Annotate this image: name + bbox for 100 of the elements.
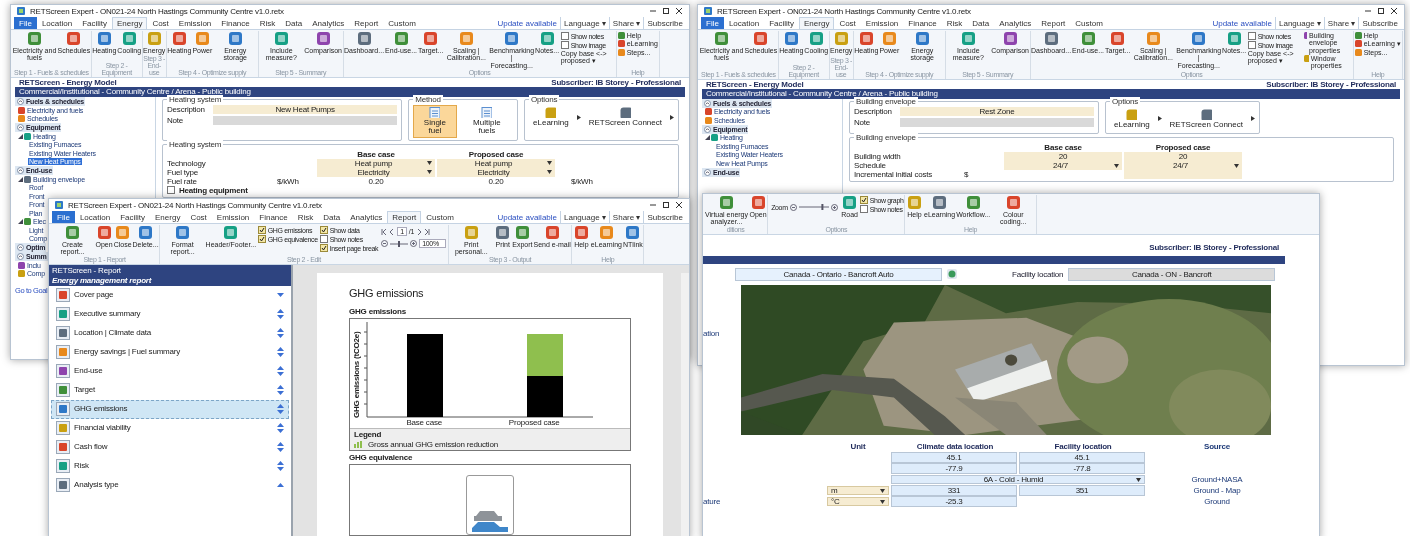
collapse-icon[interactable] — [704, 125, 711, 133]
ribbon-tab[interactable]: Cost — [147, 17, 174, 29]
ribbon-tab[interactable]: Facility — [764, 17, 800, 29]
note-field[interactable] — [900, 117, 1094, 127]
checkbox[interactable] — [560, 32, 569, 40]
ribbon-tab[interactable]: Finance — [254, 211, 293, 223]
expand-arrow-icon[interactable] — [18, 176, 23, 182]
maximize-icon[interactable] — [662, 201, 670, 209]
ribbon-tab[interactable]: File — [701, 17, 724, 29]
menu-button[interactable]: Language ▾ — [560, 17, 609, 29]
ribbon-tab[interactable]: Emission — [860, 17, 904, 29]
first-page-icon[interactable] — [381, 228, 388, 235]
globe-icon[interactable] — [947, 269, 957, 280]
checkbox[interactable] — [319, 244, 328, 252]
ribbon-tab[interactable]: Custom — [383, 17, 421, 29]
dropdown-field[interactable]: Heat pump — [317, 158, 435, 168]
input-field[interactable]: 20 — [1004, 152, 1122, 162]
report-section[interactable]: Target — [51, 380, 289, 400]
collapse-icon[interactable] — [17, 167, 24, 175]
ribbon-tab[interactable]: Risk — [292, 211, 319, 223]
collapse-icon[interactable] — [704, 99, 711, 107]
dropdown-field[interactable]: 24/7 — [1124, 161, 1242, 171]
checkbox[interactable] — [257, 235, 266, 243]
unit-dropdown[interactable]: °C — [827, 497, 889, 507]
ribbon-tab[interactable]: File — [52, 211, 75, 223]
expand-arrow-icon[interactable] — [705, 135, 710, 141]
maximize-icon[interactable] — [1377, 7, 1385, 15]
menu-button[interactable]: Subscribe — [643, 17, 686, 29]
report-section[interactable]: Financial viability — [51, 418, 289, 438]
ribbon-tab[interactable]: Report — [1036, 17, 1071, 29]
checkbox[interactable] — [1247, 41, 1256, 49]
checkbox[interactable] — [1247, 32, 1256, 40]
checkbox[interactable] — [319, 226, 328, 234]
zoom-in-icon[interactable] — [830, 203, 838, 211]
dropdown-field[interactable]: 24/7 — [1004, 161, 1122, 171]
down-arrow-icon[interactable] — [277, 410, 284, 415]
ribbon-tab[interactable]: Data — [967, 17, 995, 29]
up-arrow-icon[interactable] — [277, 483, 284, 488]
zoom-out-icon[interactable] — [789, 203, 797, 211]
menu-button[interactable]: Share ▾ — [608, 17, 644, 29]
ribbon-tab[interactable]: Analytics — [994, 17, 1037, 29]
collapse-icon[interactable] — [17, 124, 24, 132]
menu-button[interactable]: Language ▾ — [1275, 17, 1324, 29]
down-arrow-icon[interactable] — [277, 353, 284, 358]
option-button[interactable]: RETScreen Connect — [1165, 106, 1247, 132]
down-arrow-icon[interactable] — [277, 372, 284, 377]
menu-button[interactable]: Share ▾ — [608, 211, 644, 223]
value-field[interactable]: 45.1 — [891, 452, 1017, 464]
ribbon-tab[interactable]: Cost — [185, 211, 212, 223]
report-section[interactable]: Cash flow — [51, 437, 289, 457]
zoom-slider[interactable] — [798, 203, 829, 211]
ribbon-tab[interactable]: Analytics — [307, 17, 350, 29]
facility-location-field[interactable]: Canada - ON - Bancroft — [1068, 267, 1276, 281]
checkbox[interactable] — [319, 235, 328, 243]
collapse-icon[interactable] — [704, 168, 711, 176]
report-section[interactable]: Cover page — [51, 285, 289, 305]
value-field[interactable]: 45.1 — [1019, 452, 1145, 464]
unit-dropdown[interactable]: m — [827, 486, 889, 496]
menu-button[interactable]: Subscribe — [1358, 17, 1401, 29]
ribbon-tab[interactable]: Finance — [216, 17, 255, 29]
input-field[interactable]: 20 — [1124, 152, 1242, 162]
expand-arrow-icon[interactable] — [18, 219, 23, 225]
last-page-icon[interactable] — [423, 228, 430, 235]
zoom-out-icon[interactable] — [381, 240, 389, 247]
zoom-in-icon[interactable] — [410, 240, 418, 247]
ribbon-tab[interactable]: Report — [349, 17, 384, 29]
up-arrow-icon[interactable] — [277, 347, 284, 352]
down-arrow-icon[interactable] — [277, 315, 284, 320]
report-section[interactable]: Analysis type — [51, 475, 289, 495]
slider-thumb[interactable] — [398, 240, 401, 247]
method-option[interactable]: Multiple fuels — [460, 105, 514, 138]
collapse-icon[interactable] — [17, 98, 24, 106]
method-option[interactable]: Single fuel — [413, 105, 457, 138]
checkbox[interactable] — [859, 205, 868, 213]
expand-arrow-icon[interactable] — [18, 133, 23, 139]
report-section[interactable]: Energy savings | Fuel summary — [51, 342, 289, 362]
report-section[interactable]: Location | Climate data — [51, 323, 289, 343]
option-button[interactable]: RETScreen Connect — [584, 105, 666, 130]
checkbox[interactable] — [859, 196, 868, 204]
ribbon-tab[interactable]: Data — [318, 211, 346, 223]
menu-button[interactable]: Language ▾ — [560, 211, 609, 223]
close-icon[interactable] — [675, 201, 683, 209]
report-section[interactable]: Executive summary — [51, 304, 289, 324]
dropdown-field[interactable]: 6A - Cold - Humid — [891, 475, 1145, 485]
description-field[interactable]: Rest Zone — [900, 106, 1094, 116]
update-link[interactable]: Update available — [494, 211, 560, 223]
ribbon-tab[interactable]: Location — [36, 17, 78, 29]
minimize-icon[interactable] — [649, 201, 657, 209]
collapse-icon[interactable] — [17, 253, 24, 261]
value-field[interactable]: -77.8 — [1019, 463, 1145, 475]
collapse-icon[interactable] — [17, 244, 24, 252]
description-field[interactable]: New Heat Pumps — [213, 105, 398, 115]
scrollbar[interactable] — [681, 272, 689, 536]
menu-button[interactable]: Subscribe — [643, 211, 686, 223]
ribbon-tab[interactable]: File — [14, 17, 37, 29]
report-section[interactable]: Risk — [51, 456, 289, 476]
ribbon-tab[interactable]: Cost — [834, 17, 861, 29]
up-arrow-icon[interactable] — [277, 404, 284, 409]
climate-location-field[interactable]: Canada - Ontario - Bancroft Auto — [735, 267, 942, 281]
minimize-icon[interactable] — [649, 7, 657, 15]
